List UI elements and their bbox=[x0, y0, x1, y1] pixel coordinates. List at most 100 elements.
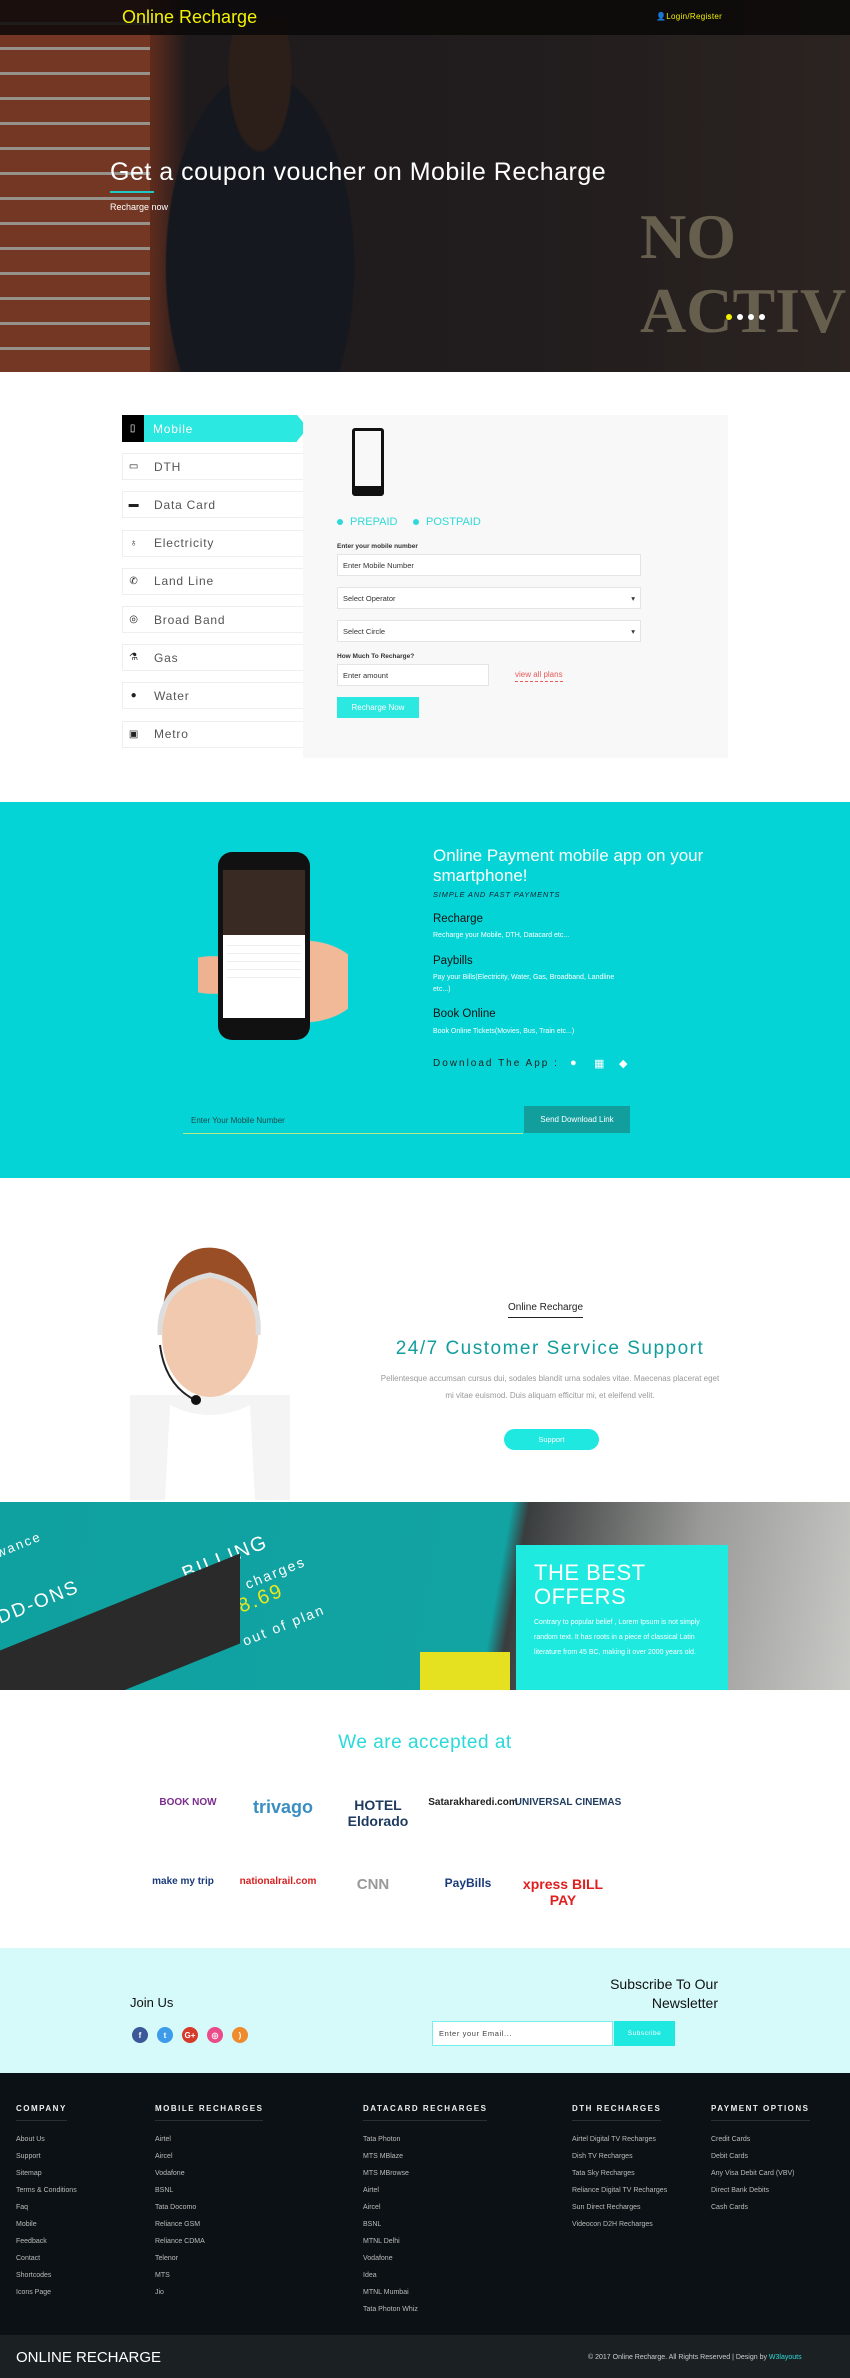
apple-icon[interactable]: ● bbox=[570, 1057, 577, 1069]
footer-link[interactable]: Any Visa Debit Card (VBV) bbox=[711, 2165, 810, 2182]
postpaid-radio[interactable]: POSTPAID bbox=[413, 516, 481, 528]
google-plus-icon[interactable]: G+ bbox=[182, 2027, 198, 2043]
footer-link[interactable]: Sitemap bbox=[16, 2165, 77, 2182]
user-icon: 👤 bbox=[656, 12, 667, 21]
login-register-link[interactable]: 👤Login/Register bbox=[656, 12, 722, 21]
footer-link[interactable]: Icons Page bbox=[16, 2284, 77, 2301]
footer-link[interactable]: Jio bbox=[155, 2284, 263, 2301]
footer-link[interactable]: Videocon D2H Recharges bbox=[572, 2216, 667, 2233]
rss-icon[interactable]: ) bbox=[232, 2027, 248, 2043]
footer-link[interactable]: Credit Cards bbox=[711, 2131, 810, 2148]
tab-label: Land Line bbox=[154, 574, 214, 589]
footer-heading: MOBILE RECHARGES bbox=[155, 2104, 264, 2121]
footer-heading: COMPANY bbox=[16, 2104, 67, 2121]
site-logo[interactable]: Online Recharge bbox=[122, 7, 257, 28]
operator-select[interactable]: Select Operator ▾ bbox=[337, 587, 641, 609]
hero-underline bbox=[110, 191, 154, 193]
footer-link[interactable]: MTNL Delhi bbox=[363, 2233, 487, 2250]
tab-gas[interactable]: ⚗ Gas bbox=[122, 644, 305, 672]
slide-dot-4[interactable] bbox=[759, 314, 765, 320]
subscribe-button[interactable]: Subscribe bbox=[614, 2021, 675, 2046]
footer-link[interactable]: MTS MBlaze bbox=[363, 2148, 487, 2165]
footer-link[interactable]: MTS MBrowse bbox=[363, 2165, 487, 2182]
footer-link[interactable]: Debit Cards bbox=[711, 2148, 810, 2165]
footer-link[interactable]: About Us bbox=[16, 2131, 77, 2148]
footer-link[interactable]: Telenor bbox=[155, 2250, 263, 2267]
circle-select[interactable]: Select Circle ▾ bbox=[337, 620, 641, 642]
footer-link[interactable]: Vodafone bbox=[363, 2250, 487, 2267]
footer-column: DTH RECHARGES Airtel Digital TV Recharges… bbox=[572, 2098, 667, 2233]
offers-title: THE BEST OFFERS bbox=[534, 1560, 646, 1609]
footer-link[interactable]: Contact bbox=[16, 2250, 77, 2267]
facebook-icon[interactable]: f bbox=[132, 2027, 148, 2043]
footer-link[interactable]: Sun Direct Recharges bbox=[572, 2199, 667, 2216]
windows-icon[interactable]: ▦ bbox=[594, 1057, 604, 1070]
tab-water[interactable]: ● Water bbox=[122, 682, 305, 710]
support-button[interactable]: Support bbox=[504, 1429, 599, 1450]
partner-logo: CNN bbox=[356, 1876, 390, 1893]
footer-link[interactable]: BSNL bbox=[155, 2182, 263, 2199]
tab-data-card[interactable]: ▬ Data Card bbox=[122, 491, 305, 519]
footer-link[interactable]: Terms & Conditions bbox=[16, 2182, 77, 2199]
caret-down-icon: ▾ bbox=[631, 626, 635, 636]
dribbble-icon[interactable]: ◎ bbox=[207, 2027, 223, 2043]
footer-link[interactable]: Reliance CDMA bbox=[155, 2233, 263, 2250]
footer-link[interactable]: Direct Bank Debits bbox=[711, 2182, 810, 2199]
footer-link[interactable]: MTNL Mumbai bbox=[363, 2284, 487, 2301]
footer-link[interactable]: Aircel bbox=[155, 2148, 263, 2165]
view-all-plans-link[interactable]: view all plans bbox=[515, 670, 563, 682]
footer-link[interactable]: Airtel bbox=[363, 2182, 487, 2199]
slide-dot-2[interactable] bbox=[737, 314, 743, 320]
footer-column: COMPANY About Us Support Sitemap Terms & Con… bbox=[16, 2098, 77, 2301]
slide-dot-1[interactable] bbox=[726, 314, 732, 320]
join-us-heading: Join Us bbox=[130, 1995, 174, 2010]
send-download-link-button[interactable]: Send Download Link bbox=[524, 1106, 630, 1133]
tab-broad-band[interactable]: ◎ Broad Band bbox=[122, 606, 305, 633]
email-input[interactable]: Enter your Email... bbox=[432, 2021, 613, 2046]
footer-link[interactable]: Reliance GSM bbox=[155, 2216, 263, 2233]
app-mobile-input[interactable]: Enter Your Mobile Number bbox=[183, 1108, 523, 1134]
footer-link[interactable]: Tata Docomo bbox=[155, 2199, 263, 2216]
footer-link[interactable]: Tata Photon Whiz bbox=[363, 2301, 487, 2318]
footer-link[interactable]: Tata Photon bbox=[363, 2131, 487, 2148]
footer-link[interactable]: Airtel bbox=[155, 2131, 263, 2148]
footer-link[interactable]: Dish TV Recharges bbox=[572, 2148, 667, 2165]
partner-logo: PayBills bbox=[444, 1876, 492, 1890]
recharge-now-link[interactable]: Recharge now bbox=[110, 202, 168, 212]
tab-metro[interactable]: ▣ Metro bbox=[122, 720, 305, 748]
slide-dot-3[interactable] bbox=[748, 314, 754, 320]
flask-icon: ⚗ bbox=[129, 652, 139, 664]
mobile-icon: ▯ bbox=[122, 415, 144, 442]
footer-link[interactable]: Aircel bbox=[363, 2199, 487, 2216]
footer-link[interactable]: Tata Sky Recharges bbox=[572, 2165, 667, 2182]
offers-text: Contrary to popular belief , Lorem Ipsum… bbox=[534, 1619, 700, 1656]
footer-link[interactable]: Reliance Digital TV Recharges bbox=[572, 2182, 667, 2199]
designer-link[interactable]: W3layouts bbox=[769, 2354, 802, 2361]
footer-link[interactable]: MTS bbox=[155, 2267, 263, 2284]
footer-link[interactable]: Faq bbox=[16, 2199, 77, 2216]
footer-link[interactable]: Shortcodes bbox=[16, 2267, 77, 2284]
footer-link[interactable]: Airtel Digital TV Recharges bbox=[572, 2131, 667, 2148]
footer-link[interactable]: Mobile bbox=[16, 2216, 77, 2233]
partner-logo: BOOK NOW bbox=[159, 1797, 217, 1808]
mobile-number-input[interactable]: Enter Mobile Number bbox=[337, 554, 641, 576]
feature-title: Recharge bbox=[433, 913, 483, 925]
twitter-icon[interactable]: t bbox=[157, 2027, 173, 2043]
prepaid-radio[interactable]: PREPAID bbox=[337, 516, 397, 528]
feature-title: Book Online bbox=[433, 1008, 496, 1020]
footer-link[interactable]: Support bbox=[16, 2148, 77, 2165]
globe-icon: ◎ bbox=[129, 614, 139, 625]
partner-logo: xpress BILL PAY bbox=[522, 1876, 604, 1908]
footer-link[interactable]: Idea bbox=[363, 2267, 487, 2284]
tab-dth[interactable]: ▭ DTH bbox=[122, 453, 305, 481]
recharge-now-button[interactable]: Recharge Now bbox=[337, 697, 419, 718]
footer-link[interactable]: Vodafone bbox=[155, 2165, 263, 2182]
amount-input[interactable]: Enter amount bbox=[337, 664, 489, 686]
android-icon[interactable]: ◆ bbox=[619, 1057, 627, 1070]
tab-land-line[interactable]: ✆ Land Line bbox=[122, 567, 305, 595]
footer-link[interactable]: Feedback bbox=[16, 2233, 77, 2250]
footer-link[interactable]: BSNL bbox=[363, 2216, 487, 2233]
footer-link[interactable]: Cash Cards bbox=[711, 2199, 810, 2216]
tab-mobile[interactable]: ▯ Mobile bbox=[122, 415, 308, 442]
tab-electricity[interactable]: ♁ Electricity bbox=[122, 529, 305, 557]
